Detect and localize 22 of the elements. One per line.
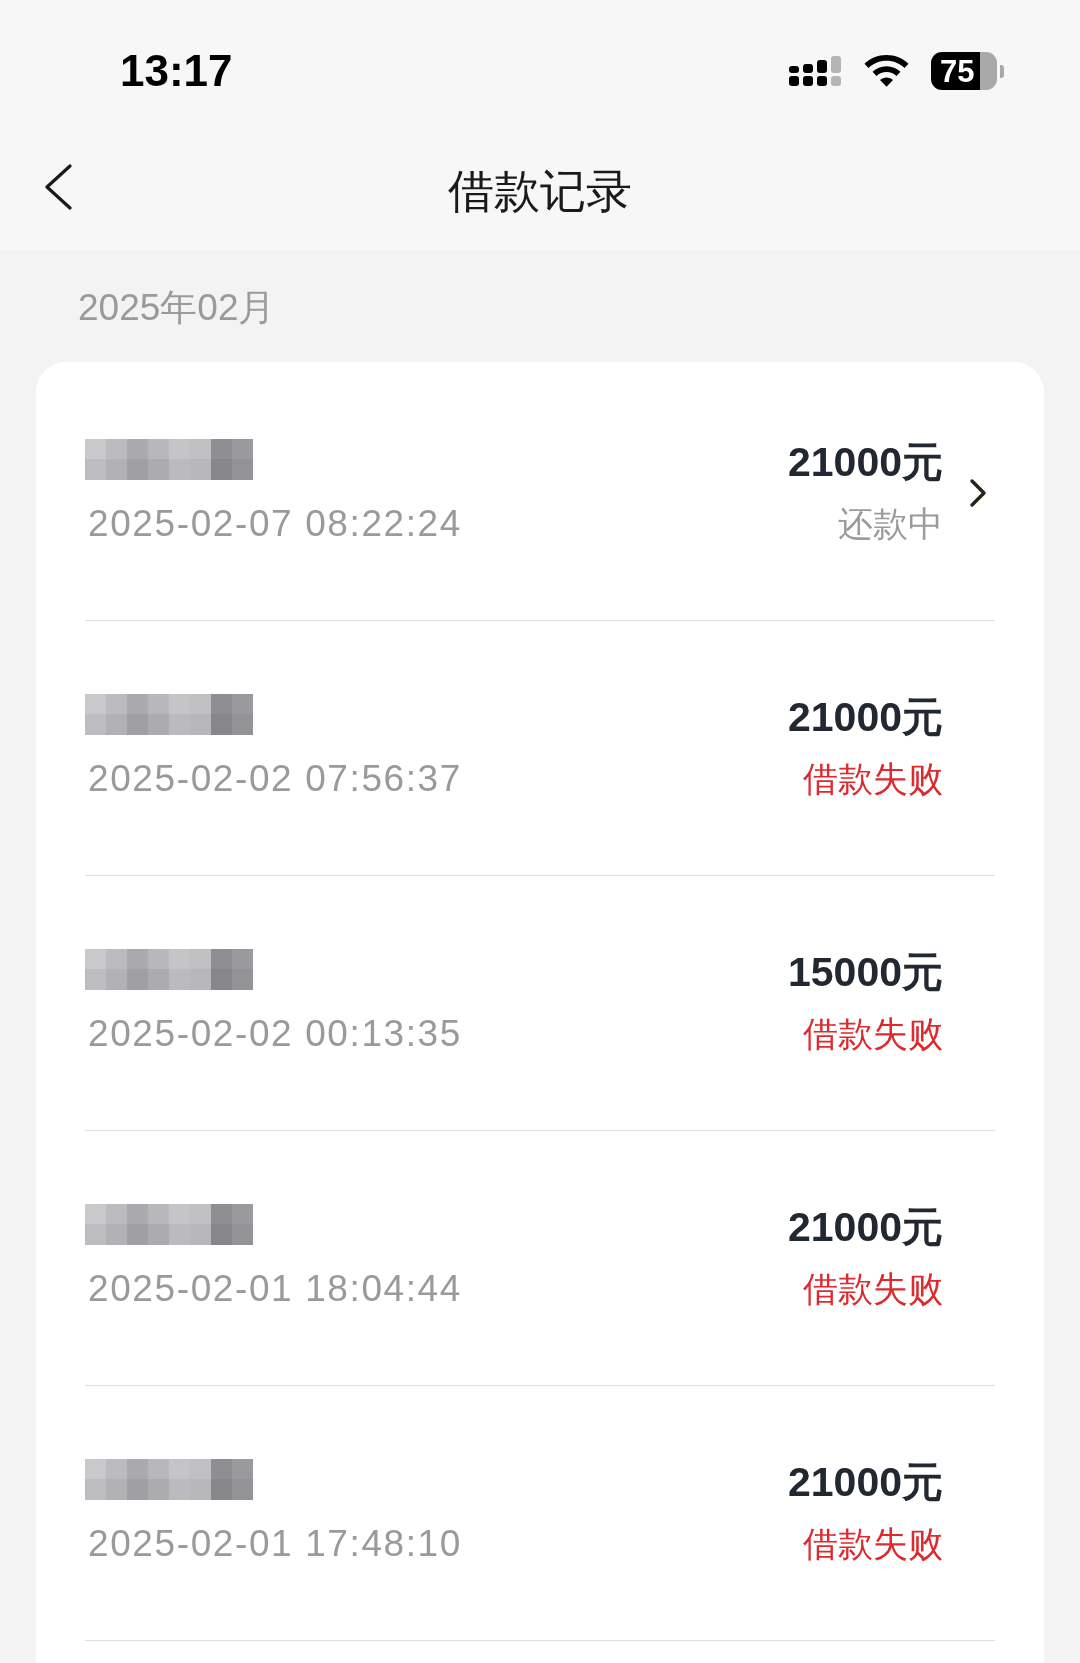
loan-amount: 21000元 [788,438,943,487]
loan-status: 借款失败 [803,1523,943,1565]
signal-icon [789,55,842,87]
wifi-icon [864,55,909,87]
loan-amount: 15000元 [788,948,943,997]
loan-amount: 21000元 [788,1203,943,1252]
loan-status: 还款中 [838,503,943,545]
record-time: 2025-02-01 18:04:44 [87,1266,462,1311]
loan-amount: 21000元 [788,1458,943,1507]
record-time: 2025-02-02 07:56:37 [87,756,462,801]
record-time: 2025-02-02 00:13:35 [87,1011,462,1056]
month-label: 2025年02月 [78,288,276,328]
loan-status: 借款失败 [803,1268,943,1310]
loan-status: 借款失败 [803,758,943,800]
battery-percentage: 75 [940,55,975,87]
back-icon [43,164,73,210]
loan-status: 借款失败 [803,1013,943,1055]
page-title: 借款记录 [448,168,632,214]
status-time: 13:17 [120,49,233,93]
record-time: 2025-02-01 17:48:10 [87,1521,462,1566]
record-time: 2025-02-07 08:22:24 [87,501,462,546]
loan-amount: 21000元 [788,693,943,742]
